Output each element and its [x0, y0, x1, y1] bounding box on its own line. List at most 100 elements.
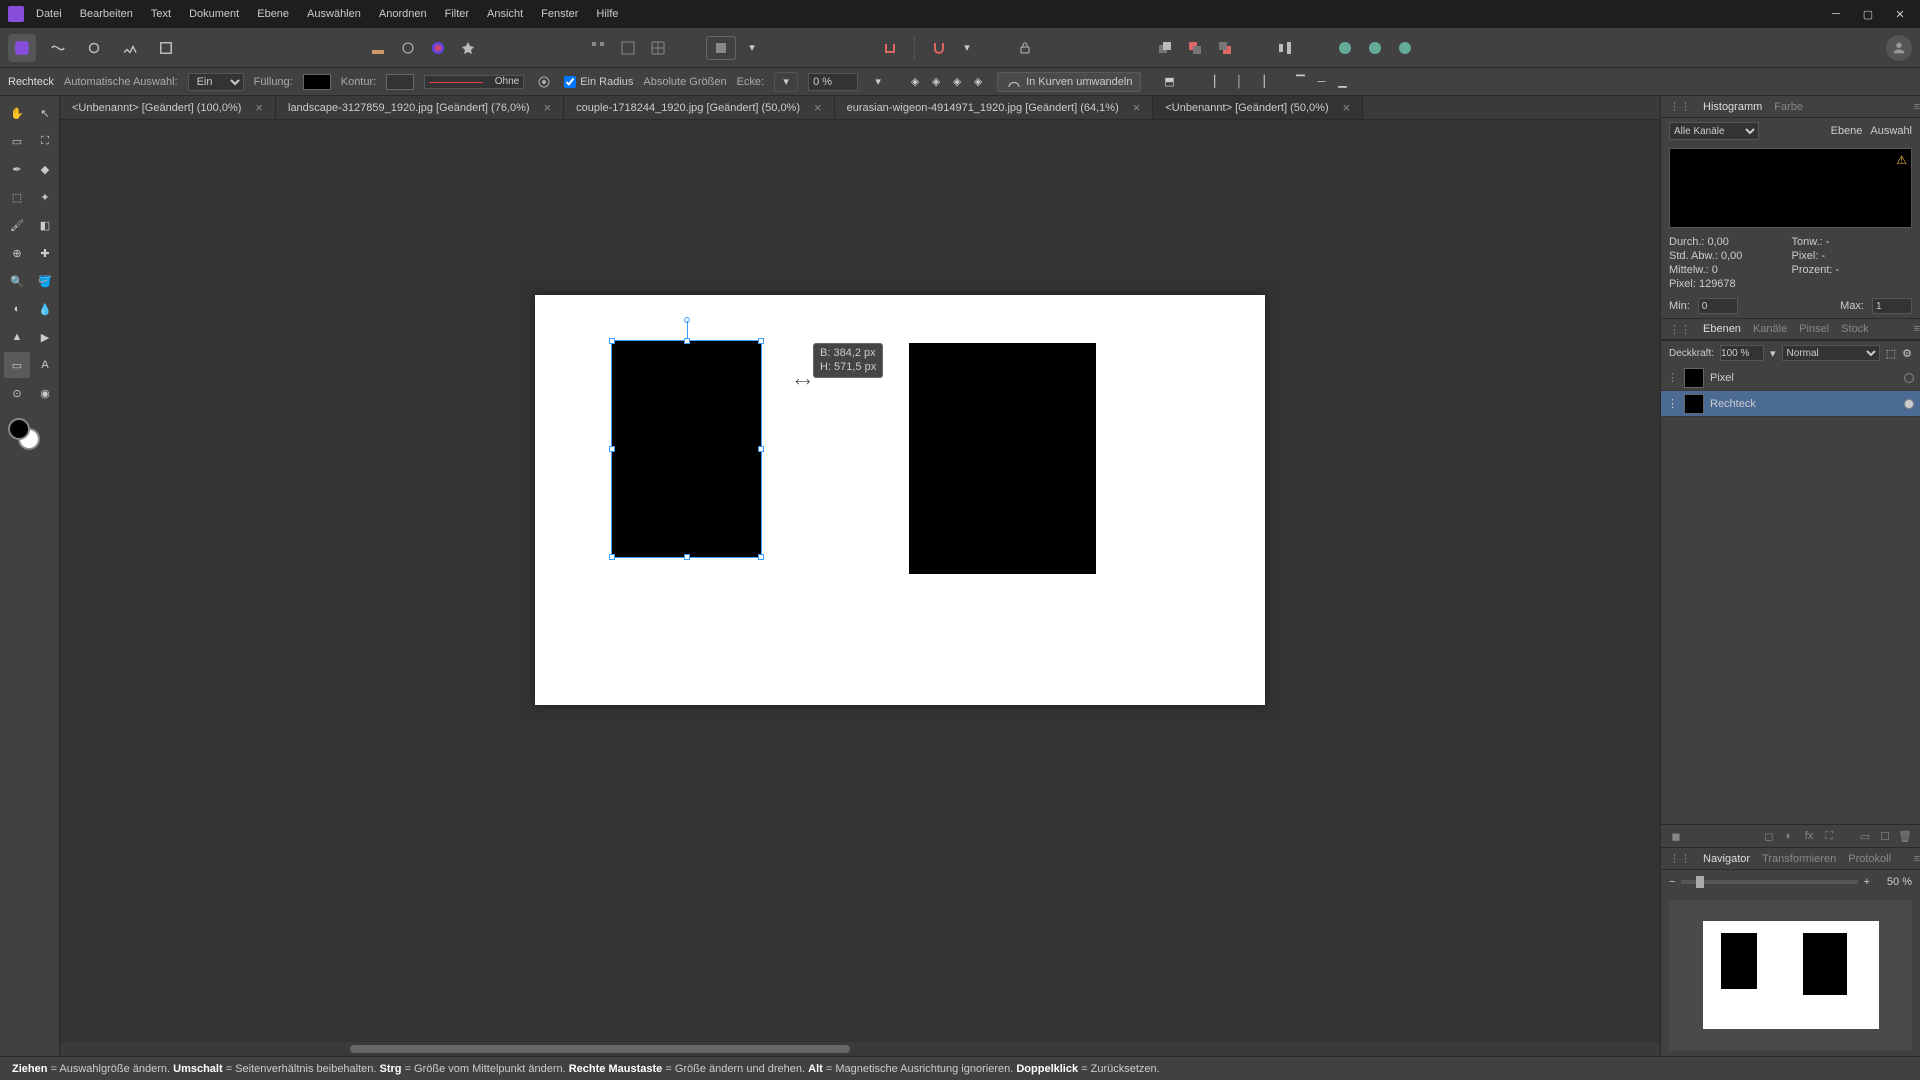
scrollbar-thumb[interactable] — [350, 1045, 850, 1053]
layer-rechteck[interactable]: ⋮ Rechteck — [1661, 391, 1920, 417]
order-backward[interactable] — [1183, 36, 1207, 60]
fx-button-2[interactable] — [396, 36, 420, 60]
rectangle-tool[interactable]: ▭ — [4, 352, 30, 378]
doc-tab-4[interactable]: eurasian-wigeon-4914971_1920.jpg [Geände… — [835, 96, 1154, 119]
horizontal-scrollbar[interactable] — [60, 1042, 1660, 1056]
doc-tab-1[interactable]: <Unbenannt> [Geändert] (100,0%)× — [60, 96, 276, 119]
zoom-slider[interactable] — [1681, 880, 1857, 884]
layer-toggle-icon[interactable]: ⋮ — [1667, 371, 1678, 384]
move-tool[interactable]: ↖ — [32, 100, 58, 126]
layer-lock-icon[interactable]: ⬚ — [1886, 347, 1896, 360]
hand-tool[interactable]: ✋ — [4, 100, 30, 126]
convert-to-curves-button[interactable]: In Kurven umwandeln — [997, 72, 1141, 92]
snap-dropdown[interactable]: ▾ — [957, 38, 977, 58]
close-icon[interactable]: × — [814, 100, 822, 115]
fill-swatch[interactable] — [303, 74, 331, 90]
layer-thumbnail[interactable] — [1684, 394, 1704, 414]
stroke-width[interactable]: Ohne — [424, 75, 524, 89]
menu-text[interactable]: Text — [151, 8, 171, 20]
layer-pixel[interactable]: ⋮ Pixel — [1661, 365, 1920, 391]
navigator-preview[interactable] — [1669, 900, 1912, 1050]
window-minimize[interactable]: ─ — [1824, 4, 1848, 24]
align-top[interactable]: ▔ — [1291, 73, 1309, 91]
menu-ansicht[interactable]: Ansicht — [487, 8, 523, 20]
close-icon[interactable]: × — [1133, 100, 1141, 115]
hist-selection-btn[interactable]: Auswahl — [1870, 125, 1912, 137]
clip-dropdown[interactable]: ▾ — [742, 38, 762, 58]
min-input[interactable] — [1698, 298, 1738, 314]
zoom-in-button[interactable]: + — [1864, 876, 1870, 888]
menu-datei[interactable]: Datei — [36, 8, 62, 20]
menu-auswaehlen[interactable]: Auswählen — [307, 8, 361, 20]
panel-grip-icon[interactable]: ⋮⋮ — [1669, 852, 1691, 865]
single-radius-checkbox[interactable] — [564, 76, 576, 88]
close-icon[interactable]: × — [1343, 100, 1351, 115]
sync-3[interactable] — [1393, 36, 1417, 60]
align-center-h[interactable]: │ — [1230, 73, 1248, 91]
zoom-tool[interactable]: 🔍 — [4, 268, 30, 294]
delete-layer-icon[interactable]: 🗑 — [1898, 829, 1912, 843]
transform-origin-4[interactable]: ◈ — [969, 73, 987, 91]
panel-menu-icon[interactable]: ≡ — [1914, 101, 1920, 113]
visibility-toggle[interactable] — [1904, 373, 1914, 383]
mesh-tool[interactable]: ▶ — [32, 324, 58, 350]
hist-layer-btn[interactable]: Ebene — [1831, 125, 1863, 137]
channel-dropdown[interactable]: Alle Kanäle — [1669, 122, 1759, 140]
zoom-out-button[interactable]: − — [1669, 876, 1675, 888]
fill-tool[interactable]: 🪣 — [32, 268, 58, 294]
window-maximize[interactable]: ▢ — [1856, 4, 1880, 24]
color-well[interactable] — [4, 416, 58, 456]
crop-tool[interactable]: ⛶ — [32, 128, 58, 154]
opacity-dropdown-icon[interactable]: ▾ — [1770, 347, 1776, 360]
crop-layer-icon[interactable]: ⛶ — [1822, 829, 1836, 843]
layer-toggle-icon[interactable]: ⋮ — [1667, 397, 1678, 410]
snap-toggle[interactable] — [878, 36, 902, 60]
geometry-button[interactable]: ⬒ — [1159, 72, 1179, 92]
canvas-viewport[interactable]: B: 384,2 px H: 571,5 px ⤢ — [60, 120, 1660, 1042]
max-input[interactable] — [1872, 298, 1912, 314]
clone-tool[interactable]: ⊕ — [4, 240, 30, 266]
align-center-v[interactable]: ─ — [1312, 73, 1330, 91]
eraser-tool[interactable]: ◧ — [32, 212, 58, 238]
eyedropper-tool[interactable]: ⊙ — [4, 380, 30, 406]
mask-icon[interactable]: ◼ — [1669, 829, 1683, 843]
fx-button-3[interactable] — [426, 36, 450, 60]
rectangle-shape-2[interactable] — [909, 343, 1096, 574]
persona-develop[interactable] — [80, 34, 108, 62]
sync-1[interactable] — [1333, 36, 1357, 60]
menu-dokument[interactable]: Dokument — [189, 8, 239, 20]
order-back[interactable] — [1153, 36, 1177, 60]
node-tool[interactable]: ◆ — [32, 156, 58, 182]
group-icon[interactable]: ▭ — [1858, 829, 1872, 843]
text-tool[interactable]: A — [32, 352, 58, 378]
selection-tool[interactable]: ▭ — [4, 128, 30, 154]
menu-filter[interactable]: Filter — [445, 8, 469, 20]
persona-photo[interactable] — [8, 34, 36, 62]
corner-dropdown[interactable]: ▾ — [868, 72, 888, 92]
align-left[interactable]: ▏ — [1209, 73, 1227, 91]
adjustment-icon[interactable]: ◐ — [1782, 829, 1796, 843]
tab-transform[interactable]: Transformieren — [1762, 853, 1836, 865]
tab-navigator[interactable]: Navigator — [1703, 853, 1750, 865]
menu-fenster[interactable]: Fenster — [541, 8, 578, 20]
close-icon[interactable]: × — [544, 100, 552, 115]
fx-button-1[interactable] — [366, 36, 390, 60]
stroke-settings-icon[interactable] — [534, 72, 554, 92]
tab-channels[interactable]: Kanäle — [1753, 323, 1787, 335]
add-layer-icon[interactable]: ☐ — [1878, 829, 1892, 843]
vector-tool[interactable]: ▲ — [4, 324, 30, 350]
tab-color[interactable]: Farbe — [1774, 101, 1803, 113]
rectangle-shape-1[interactable] — [612, 341, 761, 557]
snap-grid-3[interactable] — [646, 36, 670, 60]
sync-2[interactable] — [1363, 36, 1387, 60]
panel-menu-icon[interactable]: ≡ — [1914, 853, 1920, 865]
fx-icon[interactable]: fx — [1802, 829, 1816, 843]
align-panel[interactable] — [1273, 36, 1297, 60]
tab-brushes[interactable]: Pinsel — [1799, 323, 1829, 335]
smudge-tool[interactable]: 💧 — [32, 296, 58, 322]
layer-thumbnail[interactable] — [1684, 368, 1704, 388]
tab-history[interactable]: Protokoll — [1848, 853, 1891, 865]
flood-select-tool[interactable]: ✦ — [32, 184, 58, 210]
transform-origin-3[interactable]: ◈ — [948, 73, 966, 91]
add-mask-icon[interactable]: ◻ — [1762, 829, 1776, 843]
